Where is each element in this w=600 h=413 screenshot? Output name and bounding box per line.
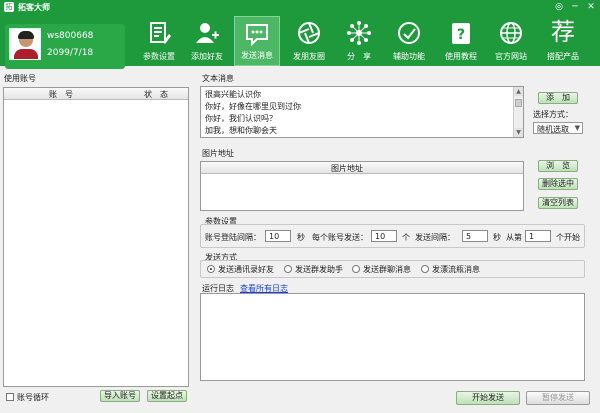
- chat-bubble-icon: [246, 24, 268, 47]
- send-mode-option: 发漂流瓶消息: [432, 265, 480, 274]
- image-list[interactable]: 图片地址: [200, 161, 524, 211]
- unit-seconds: 秒: [297, 233, 305, 242]
- clear-list-button[interactable]: 清空列表: [538, 197, 578, 209]
- chevron-down-icon: ▼: [574, 124, 580, 132]
- message-line: 你好，我们认识吗？: [205, 114, 277, 123]
- profile-username: ws800668: [47, 31, 94, 41]
- send-mode-option: 发送群发助手: [295, 265, 343, 274]
- send-mode-radio-bottle[interactable]: [421, 265, 429, 273]
- toolbar-label: 辅助功能: [393, 52, 425, 61]
- send-mode-option: 发送群聊消息: [363, 265, 411, 274]
- login-interval-label: 账号登陆间隔：: [205, 233, 261, 242]
- accounts-label: 使用账号: [4, 74, 36, 83]
- toolbar-label: 搭配产品: [547, 52, 579, 61]
- toolbar-add-friend-button[interactable]: 添加好友: [184, 16, 230, 66]
- set-start-button[interactable]: 设置起点: [147, 390, 187, 402]
- image-table-header: 图片地址: [201, 162, 523, 174]
- toolbar-website-button[interactable]: 官方网站: [488, 16, 534, 66]
- toolbar-label: 发朋友圈: [293, 52, 325, 61]
- toolbar-params-button[interactable]: 参数设置: [136, 16, 182, 66]
- toolbar-share-button[interactable]: 分 享: [336, 16, 382, 66]
- message-line: 加我，想和你聊会天: [205, 126, 277, 135]
- start-send-button[interactable]: 开始发送: [456, 391, 520, 405]
- main-toolbar: ws800668 2099/7/18 参数设置 添加好友 发送消息 发朋友圈 分…: [0, 14, 600, 69]
- pause-send-button[interactable]: 暂停发送: [526, 391, 590, 405]
- recommend-icon: 荐: [551, 18, 575, 46]
- scroll-down-icon[interactable]: ▼: [514, 128, 523, 137]
- unit-count: 个: [402, 233, 410, 242]
- toolbar-label: 发送消息: [241, 51, 273, 60]
- toolbar-label: 官方网站: [495, 52, 527, 61]
- send-interval-label: 发送间隔：: [415, 233, 455, 242]
- message-line: 很高兴能认识你: [205, 90, 261, 99]
- title-bar: 拓 拓客大师 ◎ ─ ✕: [0, 0, 600, 14]
- login-interval-input[interactable]: 10: [265, 230, 291, 242]
- window-controls: ◎ ─ ✕: [554, 1, 596, 13]
- col-status: 状 态: [144, 90, 168, 99]
- scroll-up-icon[interactable]: ▲: [514, 87, 523, 96]
- minimize-button[interactable]: ─: [570, 1, 580, 13]
- browse-button[interactable]: 浏 览: [538, 160, 578, 172]
- col-image-path: 图片地址: [331, 164, 363, 173]
- toolbar-tutorial-button[interactable]: ? 使用教程: [438, 16, 484, 66]
- toolbar-assist-button[interactable]: 辅助功能: [386, 16, 432, 66]
- network-share-icon: [347, 21, 371, 45]
- per-account-input[interactable]: 10: [371, 230, 397, 242]
- close-button[interactable]: ✕: [586, 1, 596, 13]
- text-message-box[interactable]: 很高兴能认识你 你好，好像在哪里见到过你 你好，我们认识吗？ 加我，想和你聊会天…: [200, 86, 524, 138]
- send-mode-radio-group-chat[interactable]: [352, 265, 360, 273]
- select-mode-dropdown[interactable]: 随机选取 ▼: [533, 122, 583, 134]
- send-mode-radio-contacts[interactable]: [207, 265, 215, 273]
- start-from-input[interactable]: 1: [525, 230, 551, 242]
- image-label: 图片地址: [202, 149, 234, 158]
- text-message-label: 文本消息: [202, 74, 234, 83]
- aperture-icon: [298, 22, 320, 44]
- col-account: 账 号: [49, 90, 73, 99]
- send-mode-radio-mass[interactable]: [284, 265, 292, 273]
- assist-icon: [398, 22, 420, 44]
- accounts-table-header: 账 号 状 态: [4, 88, 188, 100]
- select-mode-label: 选择方式：: [533, 110, 573, 119]
- document-edit-icon: [150, 22, 171, 44]
- svg-text:?: ?: [457, 27, 465, 43]
- unit-seconds: 秒: [493, 233, 501, 242]
- add-user-icon: [196, 23, 219, 43]
- text-message-scrollbar[interactable]: ▲ ▼: [513, 87, 523, 137]
- select-mode-value: 随机选取: [537, 125, 569, 134]
- toolbar-label: 添加好友: [191, 52, 223, 61]
- profile-card: ws800668 2099/7/18: [5, 24, 125, 69]
- scroll-thumb[interactable]: [515, 99, 522, 107]
- send-interval-input[interactable]: 5: [462, 230, 488, 242]
- toolbar-label: 参数设置: [143, 52, 175, 61]
- help-book-icon: ?: [452, 23, 470, 44]
- toolbar-label: 分 享: [347, 52, 371, 61]
- message-line: 你好，好像在哪里见到过你: [205, 102, 301, 111]
- log-box[interactable]: [200, 293, 585, 381]
- toolbar-send-message-button[interactable]: 发送消息: [234, 16, 280, 66]
- loop-checkbox[interactable]: [6, 393, 14, 401]
- toolbar-moments-button[interactable]: 发朋友圈: [286, 16, 332, 66]
- profile-date: 2099/7/18: [47, 48, 94, 58]
- accounts-list[interactable]: 账 号 状 态: [3, 87, 189, 387]
- toolbar-label: 使用教程: [445, 52, 477, 61]
- send-mode-option: 发送通讯录好友: [218, 265, 274, 274]
- wechat-icon[interactable]: ◎: [554, 1, 564, 13]
- per-account-label: 每个账号发送：: [312, 233, 368, 242]
- start-from-suffix: 个开始: [556, 233, 580, 242]
- app-logo-icon: 拓: [4, 2, 14, 12]
- avatar[interactable]: [9, 28, 41, 60]
- add-message-button[interactable]: 添 加: [538, 92, 578, 104]
- loop-label: 账号循环: [17, 393, 49, 402]
- start-from-label: 从第: [506, 233, 522, 242]
- window-title: 拓客大师: [18, 3, 50, 12]
- import-accounts-button[interactable]: 导入账号: [100, 390, 140, 402]
- delete-selected-button[interactable]: 删除选中: [538, 178, 578, 190]
- globe-icon: [500, 22, 522, 44]
- toolbar-products-button[interactable]: 荐 搭配产品: [540, 16, 586, 66]
